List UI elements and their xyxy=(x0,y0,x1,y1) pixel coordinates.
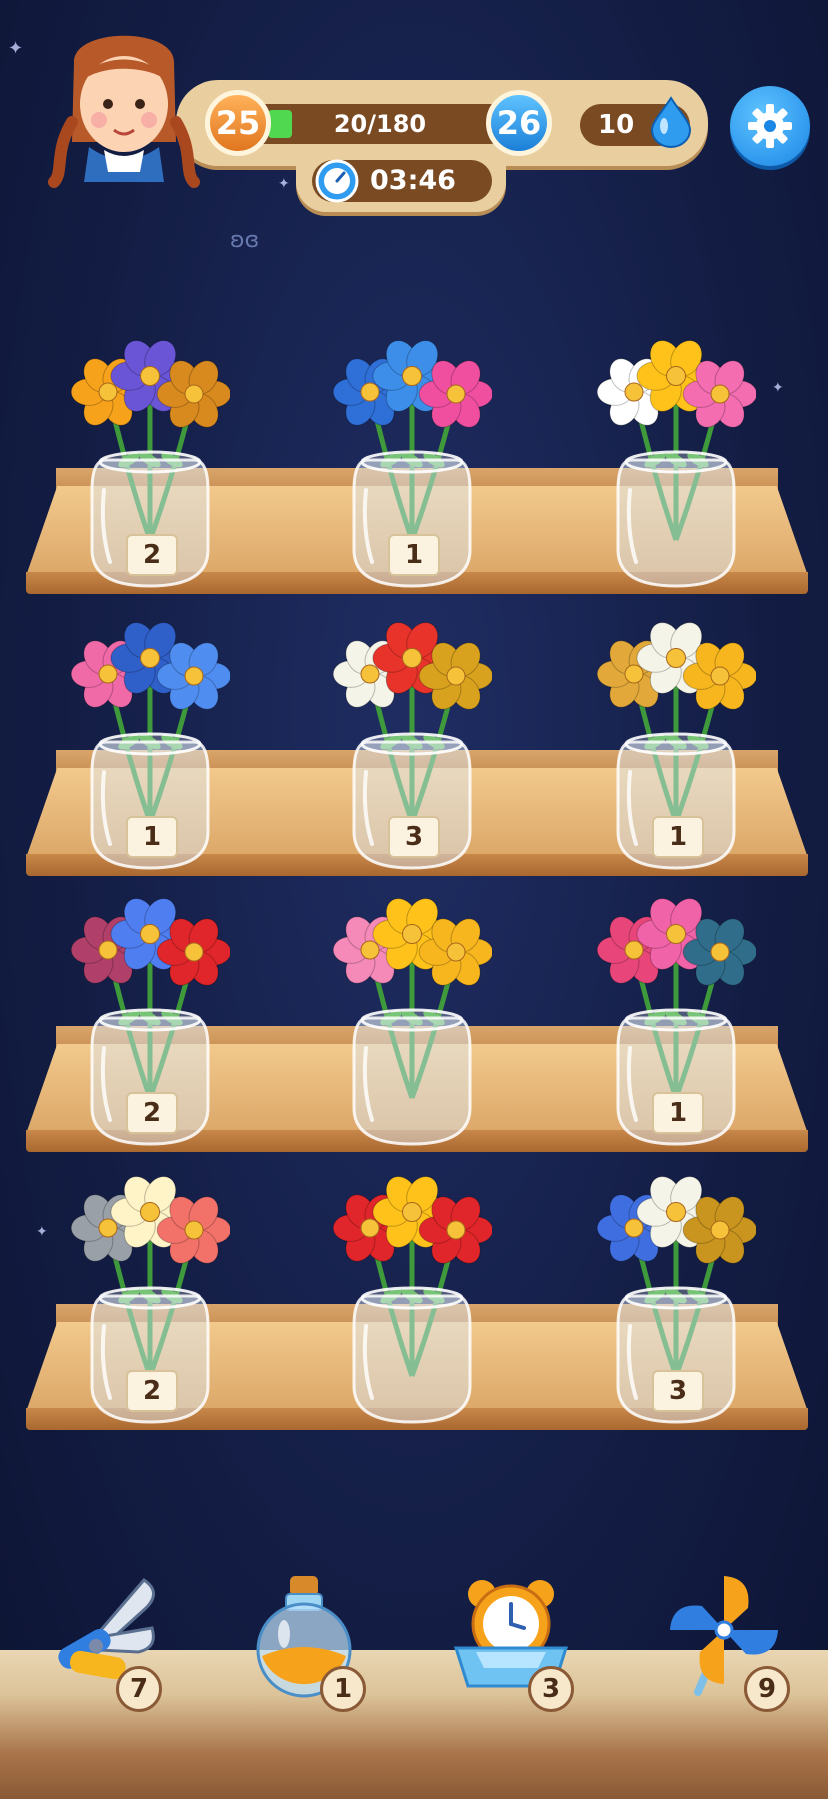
water-drop-icon xyxy=(650,96,692,148)
jar-count-label: 3 xyxy=(388,816,440,858)
flower-jar[interactable]: 1 xyxy=(596,622,756,872)
jar-count-label: 2 xyxy=(126,534,178,576)
potion-bottle-button[interactable]: 1 xyxy=(238,1568,368,1712)
settings-button[interactable] xyxy=(730,86,810,166)
pruning-shears-button[interactable]: 7 xyxy=(34,1568,164,1712)
flower-jar[interactable]: 2 xyxy=(70,1176,230,1426)
flower-jar[interactable] xyxy=(332,898,492,1148)
tool-count-badge: 9 xyxy=(744,1666,790,1712)
xp-text: 20/180 xyxy=(333,110,427,138)
stopwatch-icon xyxy=(315,159,359,203)
sparkle-icon: ✦ xyxy=(278,176,290,192)
jar-count-label: 1 xyxy=(652,816,704,858)
alarm-clock-button[interactable]: 3 xyxy=(446,1568,576,1712)
timer-text: 03:46 xyxy=(370,165,456,196)
butterfly-icon: ʚɞ xyxy=(230,228,260,253)
jar-count-label: 1 xyxy=(126,816,178,858)
jar-count-label: 1 xyxy=(652,1092,704,1134)
flower-jar[interactable]: 3 xyxy=(596,1176,756,1426)
jar-count-label: 3 xyxy=(652,1370,704,1412)
drops-count: 10 xyxy=(598,110,635,140)
jar-count-label: 1 xyxy=(388,534,440,576)
sparkle-icon: ✦ xyxy=(36,1224,48,1240)
flower-jar[interactable]: 2 xyxy=(70,898,230,1148)
tool-count-badge: 7 xyxy=(116,1666,162,1712)
pinwheel-button[interactable]: 9 xyxy=(662,1568,792,1712)
jar-count-label: 2 xyxy=(126,1370,178,1412)
tool-count-badge: 1 xyxy=(320,1666,366,1712)
flower-jar[interactable]: 1 xyxy=(70,622,230,872)
flower-jar[interactable]: 1 xyxy=(596,898,756,1148)
jar-count-label: 2 xyxy=(126,1092,178,1134)
avatar[interactable] xyxy=(44,22,204,212)
flower-jar[interactable]: 2 xyxy=(70,340,230,590)
sparkle-icon: ✦ xyxy=(772,380,784,396)
tool-count-badge: 3 xyxy=(528,1666,574,1712)
flower-jar[interactable] xyxy=(332,1176,492,1426)
flower-jar[interactable]: 1 xyxy=(332,340,492,590)
flower-jar[interactable]: 3 xyxy=(332,622,492,872)
gear-icon xyxy=(748,104,792,148)
current-level-badge: 25 xyxy=(205,90,271,156)
next-level-badge: 26 xyxy=(486,90,552,156)
flower-jar[interactable] xyxy=(596,340,756,590)
sparkle-icon: ✦ xyxy=(8,38,24,59)
